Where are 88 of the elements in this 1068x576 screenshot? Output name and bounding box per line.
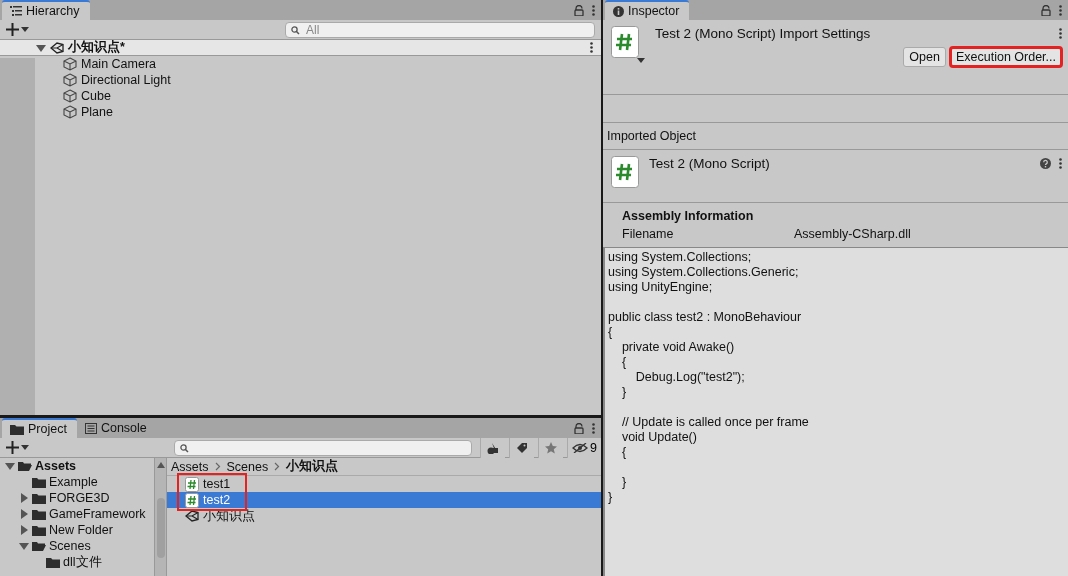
scrollbar[interactable]	[155, 458, 167, 576]
unity-scene-icon	[185, 509, 199, 523]
star-icon	[545, 441, 558, 454]
toolbar-button[interactable]: Open	[903, 47, 946, 67]
cube-icon	[63, 89, 77, 103]
hidden-eye-icon	[572, 442, 589, 453]
search-icon	[291, 25, 302, 35]
game-object-item[interactable]: Main Camera	[81, 57, 157, 71]
unity-scene-icon	[50, 40, 64, 55]
lock-icon[interactable]	[574, 422, 584, 434]
file-item[interactable]: test2	[167, 492, 601, 508]
open-folder-icon	[32, 540, 46, 552]
highlight-frame	[177, 473, 247, 511]
chevron-icon	[214, 462, 221, 471]
chevron-icon	[274, 462, 281, 471]
panel-tab[interactable]: Hierarchy	[2, 0, 90, 20]
code-preview: using System.Collections; using System.Collections.Generic; using UnityEngine; public class test2 : MonoBehaviour { private void Awake() { Debug.Log("test2"); } // Update is called once per frame void Update() { } }	[603, 248, 1068, 576]
file-item[interactable]: test1	[167, 476, 601, 492]
breadcrumb-item[interactable]: Scenes	[226, 459, 269, 474]
create-button[interactable]	[6, 441, 29, 454]
panel-tab[interactable]: Project	[2, 418, 77, 438]
folder-icon	[10, 423, 24, 435]
search-field[interactable]	[174, 439, 473, 456]
inspector-title: Test 2 (Mono Script) Import Settings	[655, 26, 871, 41]
list-icon	[10, 6, 22, 16]
breadcrumb-item[interactable]: 小知识点	[286, 458, 339, 475]
lock-icon[interactable]	[574, 4, 584, 16]
caret-icon	[637, 58, 645, 63]
folder-item[interactable]: New Folder	[49, 523, 113, 537]
script-file-icon	[611, 156, 639, 188]
more-options-icon[interactable]	[592, 422, 595, 434]
folder-item[interactable]: Assets	[35, 459, 76, 473]
more-options-icon[interactable]	[1059, 28, 1062, 39]
folder-item[interactable]: Scenes	[49, 539, 91, 553]
expanded-arrow-icon[interactable]	[5, 461, 15, 471]
game-object-item[interactable]: Cube	[81, 89, 111, 103]
folder-icon	[32, 508, 46, 520]
folder-icon	[32, 476, 46, 488]
tag-icon	[516, 441, 529, 454]
object-title: Test 2 (Mono Script)	[649, 156, 771, 173]
folder-icon	[46, 556, 60, 568]
scene-row[interactable]: 小知识点*	[0, 40, 601, 56]
cube-icon	[63, 57, 77, 71]
field-label: Filename	[622, 227, 675, 241]
console-icon	[84, 422, 97, 434]
game-object-item[interactable]: Directional Light	[81, 73, 171, 87]
script-file-icon	[185, 492, 199, 508]
cube-icon	[63, 105, 77, 119]
collapsed-arrow-icon[interactable]	[19, 509, 29, 519]
section-heading: Assembly Information	[622, 208, 755, 225]
more-options-icon[interactable]	[1059, 158, 1062, 169]
filter-by-label-button[interactable]	[509, 437, 535, 458]
caret-icon	[21, 445, 29, 450]
toolbar-button[interactable]: Execution Order...	[949, 47, 1062, 67]
folder-icon	[32, 492, 46, 504]
help-icon[interactable]	[1040, 158, 1051, 169]
cube-icon	[63, 73, 77, 87]
caret-icon	[21, 27, 29, 32]
plus-icon	[6, 23, 19, 36]
lock-icon[interactable]	[1041, 4, 1051, 16]
expanded-arrow-icon[interactable]	[36, 42, 46, 53]
game-object-item[interactable]: Plane	[81, 105, 113, 119]
panel-tab[interactable]: Inspector	[605, 0, 690, 20]
more-options-icon[interactable]	[1059, 4, 1062, 16]
folder-item[interactable]: FORGE3D	[49, 491, 110, 505]
more-options-icon[interactable]	[590, 42, 593, 53]
plus-icon	[6, 441, 19, 454]
field-value: Assembly-CSharp.dll	[794, 227, 912, 241]
open-folder-icon	[18, 460, 32, 472]
search-field[interactable]: All	[285, 21, 595, 38]
create-button[interactable]	[6, 23, 29, 36]
breadcrumb-item[interactable]: Assets	[171, 459, 209, 474]
folder-item[interactable]: dll文件	[63, 553, 102, 571]
folder-item[interactable]: GameFramework	[49, 507, 146, 521]
folder-icon	[32, 524, 46, 536]
scene-name: 小知识点*	[68, 39, 125, 56]
info-icon	[613, 5, 624, 17]
collapsed-arrow-icon[interactable]	[19, 493, 29, 503]
collapsed-arrow-icon[interactable]	[19, 525, 29, 535]
filter-by-type-button[interactable]	[480, 437, 506, 458]
scroll-up-icon[interactable]	[156, 462, 165, 468]
script-file-icon	[185, 476, 199, 492]
script-file-icon	[611, 26, 639, 58]
section-label: Imported Object	[607, 129, 696, 143]
more-options-icon[interactable]	[592, 4, 595, 16]
folder-item[interactable]: Example	[49, 475, 98, 489]
hidden-packages-button[interactable]: 9	[567, 437, 601, 458]
expanded-arrow-icon[interactable]	[19, 541, 29, 551]
